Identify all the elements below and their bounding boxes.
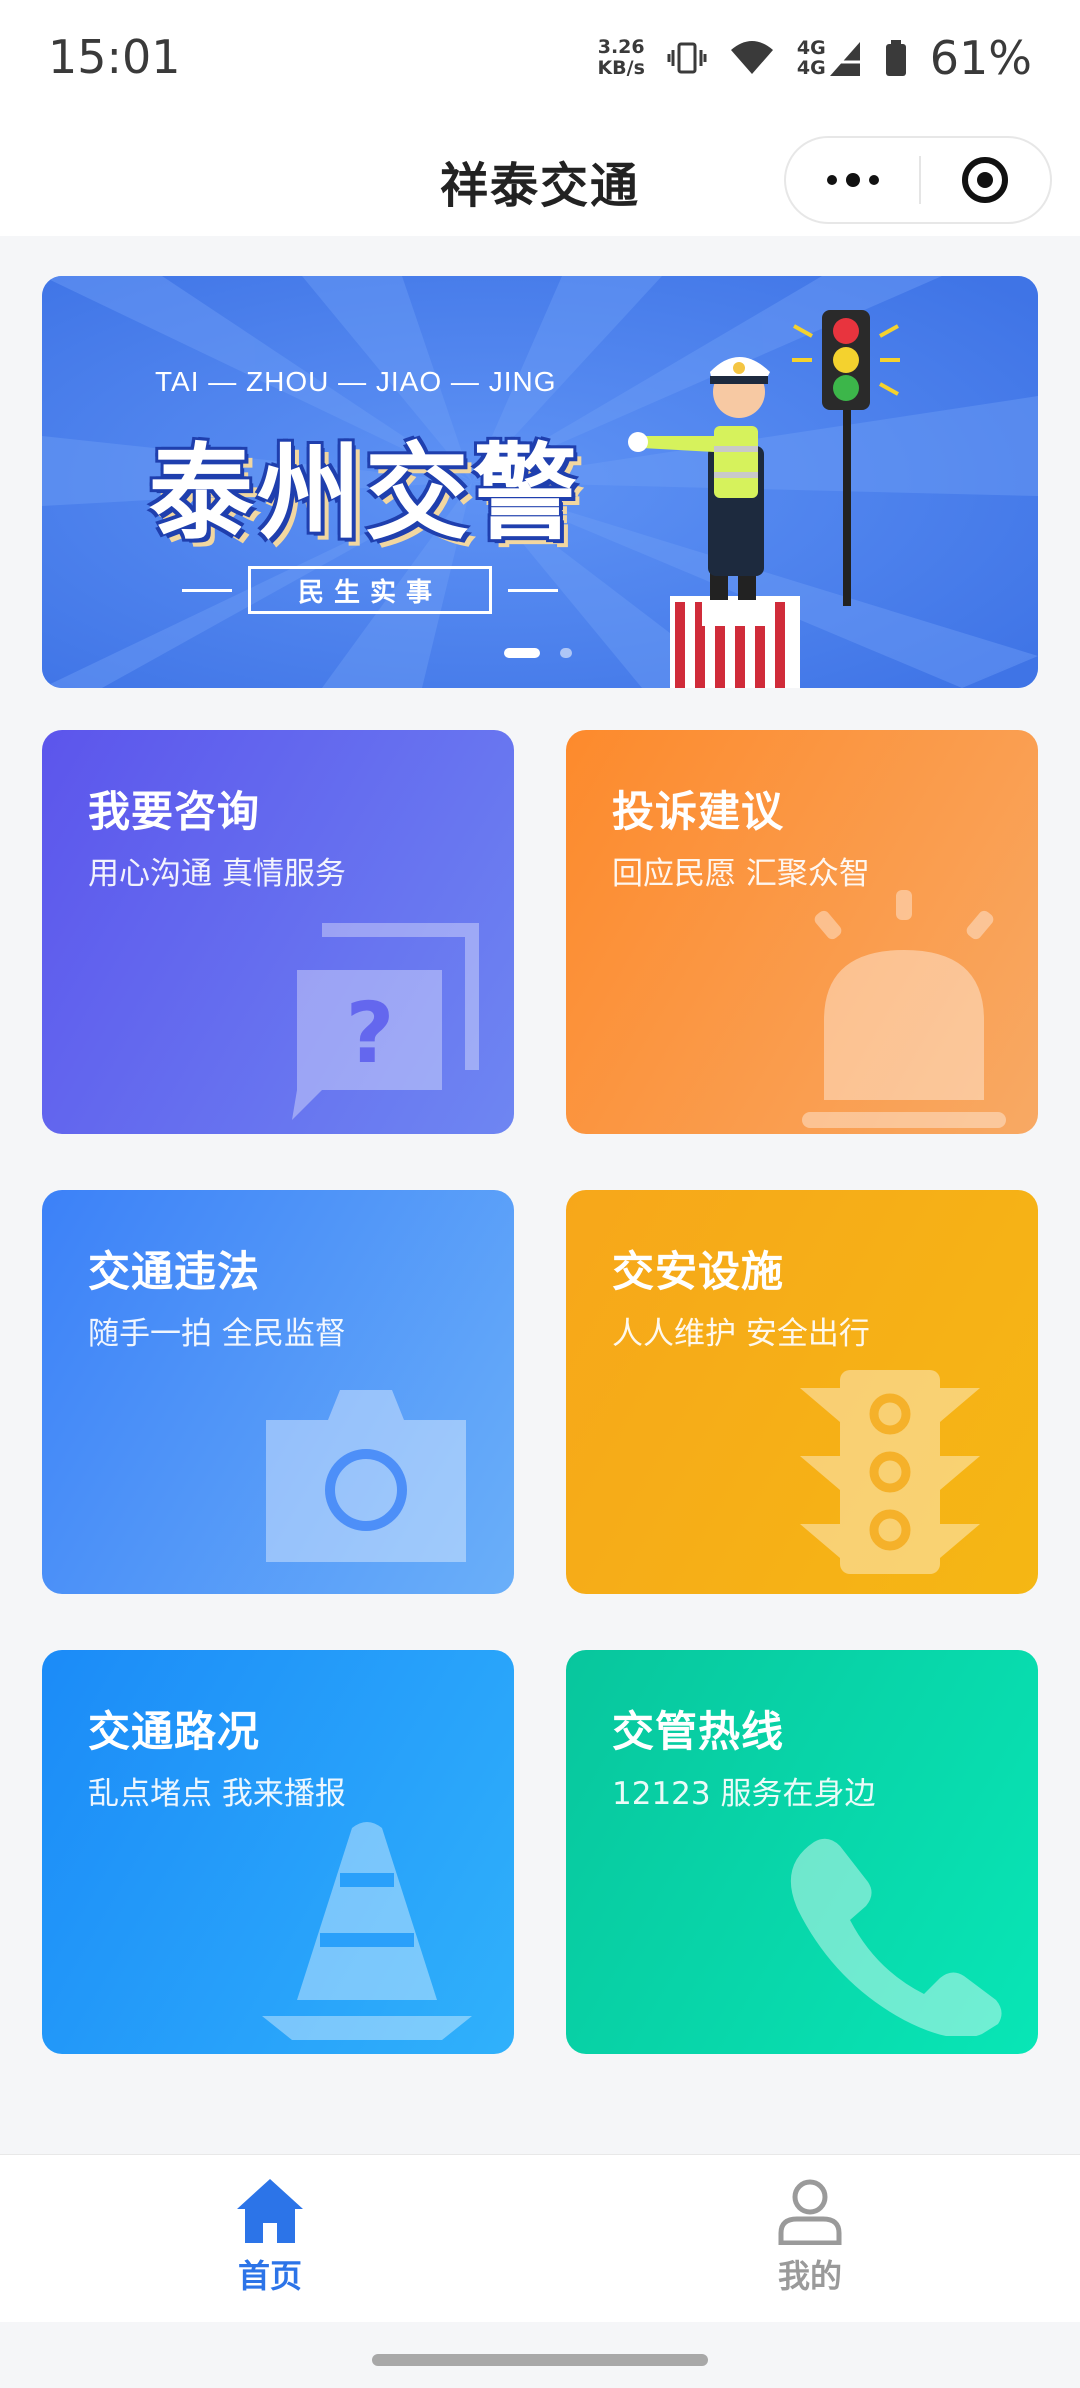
card-title: 交通违法 — [88, 1247, 261, 1296]
alarm-light-icon — [802, 890, 1006, 1128]
card-subtitle: 回应民愿 汇聚众智 — [612, 856, 870, 892]
close-miniprogram-icon[interactable] — [920, 138, 1050, 222]
chat-question-icon: ? — [292, 923, 479, 1120]
miniprogram-capsule — [784, 136, 1052, 224]
card-subtitle: 12123 服务在身边 — [612, 1776, 876, 1812]
consult-card[interactable]: 我要咨询 用心沟通 真情服务 ? — [42, 730, 514, 1134]
battery-icon — [885, 40, 906, 76]
network-type-label-2: 4G — [796, 57, 826, 79]
traffic-cone-icon — [262, 1822, 472, 2040]
title-bar: 祥泰交通 — [0, 118, 1080, 236]
card-subtitle: 人人维护 安全出行 — [612, 1316, 870, 1352]
signal-icon — [829, 42, 860, 76]
card-title: 交管热线 — [612, 1707, 785, 1756]
card-title: 交通路况 — [88, 1707, 261, 1756]
network-speed-unit: KB/s — [597, 57, 645, 79]
banner-subtitle: TAI — ZHOU — JIAO — JING — [155, 366, 557, 397]
banner-carousel[interactable]: TAI — ZHOU — JIAO — JING 泰州交警 民生实事 — [42, 276, 1038, 688]
more-icon[interactable] — [786, 138, 920, 222]
network-type-label: 4G — [796, 37, 826, 59]
tab-mine[interactable]: 我的 — [710, 2177, 910, 2297]
hotline-card[interactable]: 交管热线 12123 服务在身边 — [566, 1650, 1038, 2054]
carousel-dot[interactable] — [560, 648, 572, 658]
banner-title: 泰州交警 — [149, 432, 582, 554]
banner-badge: 民生实事 — [248, 566, 492, 614]
phone-icon — [790, 1838, 1002, 2036]
card-subtitle: 用心沟通 真情服务 — [88, 856, 346, 892]
home-indicator[interactable] — [372, 2354, 708, 2366]
cellular-signal: 4G 4G — [797, 38, 862, 78]
card-title: 交安设施 — [612, 1247, 785, 1296]
complaint-card[interactable]: 投诉建议 回应民愿 汇聚众智 — [566, 730, 1038, 1134]
card-subtitle: 随手一拍 全民监督 — [88, 1316, 346, 1352]
traffic-facility-card[interactable]: 交安设施 人人维护 安全出行 — [566, 1190, 1038, 1594]
user-icon — [778, 2179, 842, 2245]
card-subtitle: 乱点堵点 我来播报 — [88, 1776, 346, 1812]
status-time: 15:01 — [48, 30, 181, 84]
network-speed: 3.26 KB/s — [597, 37, 644, 79]
road-condition-card[interactable]: 交通路况 乱点堵点 我来播报 — [42, 1650, 514, 2054]
tab-home[interactable]: 首页 — [170, 2177, 370, 2297]
gesture-area — [0, 2322, 1080, 2388]
banner-decor-line-right — [508, 589, 558, 592]
home-icon — [237, 2179, 303, 2243]
network-speed-value: 3.26 — [597, 36, 645, 58]
bottom-tab-bar: 首页 我的 — [0, 2154, 1080, 2323]
traffic-light-icon — [800, 1370, 980, 1574]
battery-percent: 61% — [929, 31, 1032, 85]
card-title: 投诉建议 — [612, 787, 785, 836]
traffic-violation-card[interactable]: 交通违法 随手一拍 全民监督 — [42, 1190, 514, 1594]
wifi-icon — [730, 41, 773, 74]
card-title: 我要咨询 — [88, 787, 261, 836]
camera-icon — [266, 1390, 466, 1562]
banner-decor-line-left — [182, 589, 232, 592]
status-bar: 15:01 3.26 KB/s 4G 4G 61% — [0, 0, 1080, 118]
svg-text:?: ? — [346, 984, 395, 1082]
carousel-dot-active[interactable] — [504, 648, 540, 658]
status-icons: 3.26 KB/s 4G 4G 61% — [597, 28, 1032, 88]
tab-label: 首页 — [237, 2257, 302, 2295]
vibrate-icon — [667, 42, 707, 74]
tab-label: 我的 — [777, 2257, 842, 2295]
